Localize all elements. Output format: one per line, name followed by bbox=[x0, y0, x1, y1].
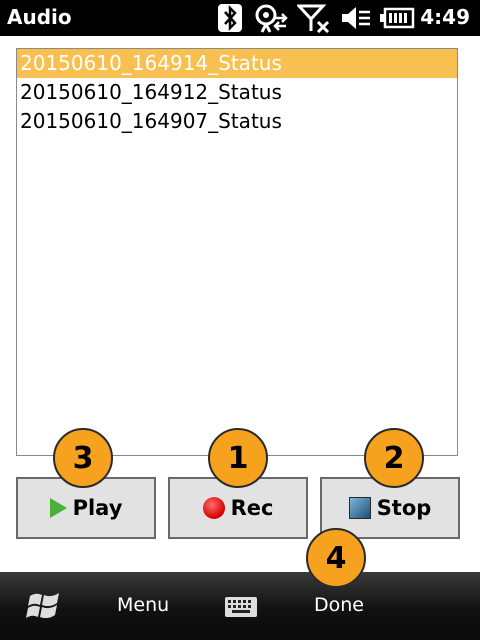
keyboard-icon[interactable] bbox=[224, 596, 258, 618]
annotation-badge-4: 4 bbox=[306, 528, 366, 588]
signal-off-icon[interactable] bbox=[297, 3, 331, 33]
volume-muted-icon[interactable] bbox=[339, 3, 373, 33]
list-item-label: 20150610_164907_Status bbox=[20, 109, 282, 133]
stop-icon bbox=[348, 497, 371, 519]
annotation-badge-3: 3 bbox=[53, 428, 113, 488]
recordings-list[interactable]: 20150610_164914_Status 20150610_164912_S… bbox=[16, 48, 458, 456]
done-softkey[interactable]: Done bbox=[314, 594, 364, 616]
list-item-label: 20150610_164912_Status bbox=[20, 80, 282, 104]
list-item[interactable]: 20150610_164912_Status bbox=[17, 78, 457, 107]
clock: 4:49 bbox=[420, 5, 470, 29]
play-icon bbox=[49, 498, 67, 518]
rec-button-label: Rec bbox=[230, 496, 274, 520]
windows-start-icon[interactable] bbox=[24, 586, 64, 626]
app-title: Audio bbox=[7, 5, 72, 29]
menu-softkey[interactable]: Menu bbox=[117, 594, 169, 616]
status-bar: Audio 4:49 bbox=[0, 0, 480, 36]
annotation-badge-2: 2 bbox=[364, 428, 424, 488]
list-item-label: 20150610_164914_Status bbox=[20, 51, 282, 75]
list-item[interactable]: 20150610_164907_Status bbox=[17, 107, 457, 136]
battery-icon[interactable] bbox=[379, 3, 415, 33]
list-item[interactable]: 20150610_164914_Status bbox=[17, 49, 457, 78]
annotation-badge-1: 1 bbox=[208, 428, 268, 488]
bluetooth-icon[interactable] bbox=[216, 3, 244, 33]
softkey-bar: Menu Done bbox=[0, 572, 480, 640]
play-button-label: Play bbox=[72, 496, 123, 520]
stop-button-label: Stop bbox=[376, 496, 432, 520]
record-icon bbox=[202, 497, 225, 519]
connectivity-icon[interactable] bbox=[253, 3, 289, 33]
